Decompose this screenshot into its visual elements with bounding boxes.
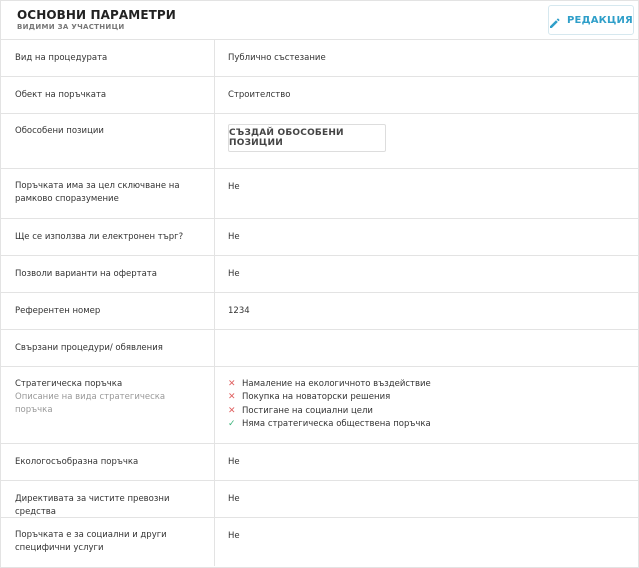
row-separate-positions: Обособени позиции СЪЗДАЙ ОБОСОБЕНИ ПОЗИЦ… bbox=[1, 114, 638, 169]
row-label: Референтен номер bbox=[15, 306, 101, 316]
create-separate-positions-button[interactable]: СЪЗДАЙ ОБОСОБЕНИ ПОЗИЦИИ bbox=[228, 124, 386, 152]
check-icon: ✓ bbox=[228, 419, 236, 430]
row-reference-number: Референтен номер 1234 bbox=[1, 293, 638, 330]
list-item: ✓ Няма стратегическа обществена поръчка bbox=[228, 418, 431, 431]
row-order-object: Обект на поръчката Строителство bbox=[1, 77, 638, 114]
edit-button[interactable]: РЕДАКЦИЯ bbox=[548, 5, 634, 35]
row-social-services: Поръчката е за социални и други специфич… bbox=[1, 518, 638, 566]
row-strategic-order: Стратегическа поръчка Описание на вида с… bbox=[1, 367, 638, 444]
row-label: Свързани процедури/ обявления bbox=[15, 343, 163, 353]
row-value: Не bbox=[228, 232, 240, 242]
basic-parameters-panel: ОСНОВНИ ПАРАМЕТРИ ВИДИМИ ЗА УЧАСТНИЦИ РЕ… bbox=[0, 0, 639, 568]
row-value: Строителство bbox=[228, 90, 291, 100]
strategic-options-list: ✕ Намаление на екологичното въздействие ✕… bbox=[228, 378, 431, 432]
panel-subtitle: ВИДИМИ ЗА УЧАСТНИЦИ bbox=[17, 23, 125, 31]
list-item: ✕ Постигане на социални цели bbox=[228, 405, 431, 418]
row-value: Не bbox=[228, 494, 240, 504]
row-eco: Екологосъобразна поръчка Не bbox=[1, 444, 638, 481]
row-label: Вид на процедурата bbox=[15, 53, 108, 63]
row-value: 1234 bbox=[228, 306, 250, 316]
row-label: Позволи варианти на офертата bbox=[15, 269, 157, 279]
list-item: ✕ Намаление на екологичното въздействие bbox=[228, 378, 431, 391]
row-procedure-type: Вид на процедурата Публично състезание bbox=[1, 40, 638, 77]
row-related-procedures: Свързани процедури/ обявления bbox=[1, 330, 638, 367]
row-label: Директивата за чистите превозни средства bbox=[15, 494, 170, 517]
cross-icon: ✕ bbox=[228, 392, 236, 403]
list-item: ✕ Покупка на новаторски решения bbox=[228, 391, 431, 404]
row-value: Публично състезание bbox=[228, 53, 326, 63]
row-variants: Позволи варианти на офертата Не bbox=[1, 256, 638, 293]
row-clean-vehicles: Директивата за чистите превозни средства… bbox=[1, 481, 638, 518]
cross-icon: ✕ bbox=[228, 379, 236, 389]
row-label: Поръчката е за социални и други специфич… bbox=[15, 530, 167, 553]
row-value: Не bbox=[228, 531, 240, 541]
row-label: Обособени позиции bbox=[15, 126, 104, 136]
strategic-label: Стратегическа поръчка bbox=[15, 379, 123, 389]
row-label: Поръчката има за цел сключване на рамков… bbox=[15, 181, 180, 204]
row-value: Не bbox=[228, 182, 240, 192]
row-label: Стратегическа поръчка Описание на вида с… bbox=[15, 378, 205, 417]
panel-title: ОСНОВНИ ПАРАМЕТРИ bbox=[17, 8, 176, 22]
row-label: Екологосъобразна поръчка bbox=[15, 457, 139, 467]
row-label: Обект на поръчката bbox=[15, 90, 107, 100]
row-value: Не bbox=[228, 457, 240, 467]
row-label: Ще се използва ли електронен търг? bbox=[15, 232, 184, 242]
strategic-sublabel: Описание на вида стратегическа поръчка bbox=[15, 392, 166, 415]
edit-button-label: РЕДАКЦИЯ bbox=[567, 14, 633, 26]
panel-header: ОСНОВНИ ПАРАМЕТРИ ВИДИМИ ЗА УЧАСТНИЦИ РЕ… bbox=[1, 1, 638, 40]
pencil-icon bbox=[549, 14, 561, 28]
cross-icon: ✕ bbox=[228, 405, 236, 416]
row-value: Не bbox=[228, 269, 240, 279]
row-framework: Поръчката има за цел сключване на рамков… bbox=[1, 169, 638, 219]
row-e-auction: Ще се използва ли електронен търг? Не bbox=[1, 219, 638, 256]
